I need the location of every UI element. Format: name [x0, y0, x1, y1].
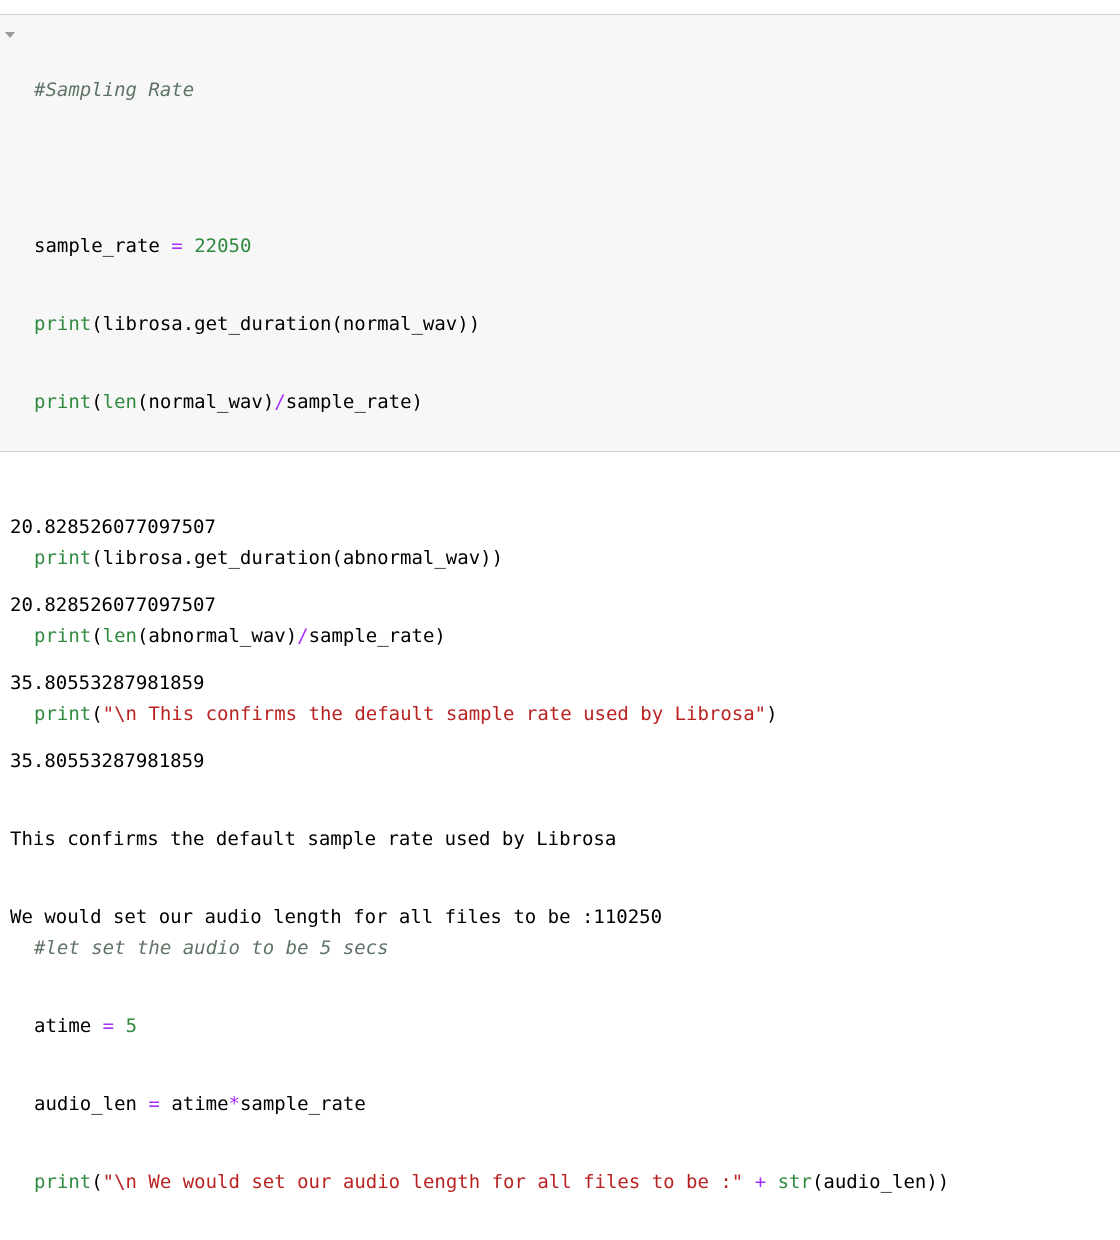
code-operator: * — [228, 1093, 240, 1115]
code-builtin: print — [34, 313, 92, 335]
code-text: ( — [91, 1171, 103, 1193]
code-operator: / — [274, 391, 286, 413]
code-builtin: len — [102, 391, 137, 413]
code-var: sample_rate — [34, 235, 160, 257]
code-text: ( — [91, 391, 103, 413]
collapse-triangle-icon[interactable] — [5, 32, 15, 38]
code-string: "\n We would set our audio length for al… — [102, 1171, 744, 1193]
code-line: sample_rate = 22050 — [34, 233, 1118, 259]
code-line: #Sampling Rate — [34, 77, 1118, 103]
code-var: atime — [34, 1015, 92, 1037]
code-builtin: print — [34, 391, 92, 413]
code-operator: = — [148, 1093, 160, 1115]
code-text: (audio_len)) — [811, 1171, 950, 1193]
code-number: 22050 — [194, 235, 252, 257]
code-var: sample_rate — [239, 1093, 366, 1115]
code-text: (normal_wav) — [136, 391, 275, 413]
code-var: atime — [171, 1093, 229, 1115]
code-operator: + — [754, 1171, 767, 1193]
output-line: 20.828526077097507 — [10, 594, 216, 616]
code-comment: #Sampling Rate — [34, 79, 195, 101]
cell-output: 20.828526077097507 20.828526077097507 35… — [10, 462, 1110, 956]
output-line: This confirms the default sample rate us… — [10, 828, 617, 850]
code-number: 5 — [125, 1015, 138, 1037]
code-line: print(librosa.get_duration(normal_wav)) — [34, 311, 1118, 337]
code-builtin: str — [777, 1171, 812, 1193]
code-line: print("\n We would set our audio length … — [34, 1169, 1118, 1195]
code-text: sample_rate) — [285, 391, 423, 413]
code-var: audio_len — [34, 1093, 137, 1115]
code-line: print(len(normal_wav)/sample_rate) — [34, 389, 1118, 415]
code-text: (librosa.get_duration(normal_wav)) — [91, 313, 481, 335]
code-cell[interactable]: #Sampling Rate sample_rate = 22050 print… — [0, 14, 1120, 1193]
output-line: 35.80553287981859 — [10, 750, 205, 772]
code-line: atime = 5 — [34, 1013, 1118, 1039]
code-operator: = — [171, 235, 183, 257]
output-line: 35.80553287981859 — [10, 672, 205, 694]
code-line: audio_len = atime*sample_rate — [34, 1091, 1118, 1117]
output-line: We would set our audio length for all fi… — [10, 906, 663, 928]
code-builtin: print — [34, 1171, 92, 1193]
code-operator: = — [102, 1015, 115, 1037]
output-line: 20.828526077097507 — [10, 516, 216, 538]
